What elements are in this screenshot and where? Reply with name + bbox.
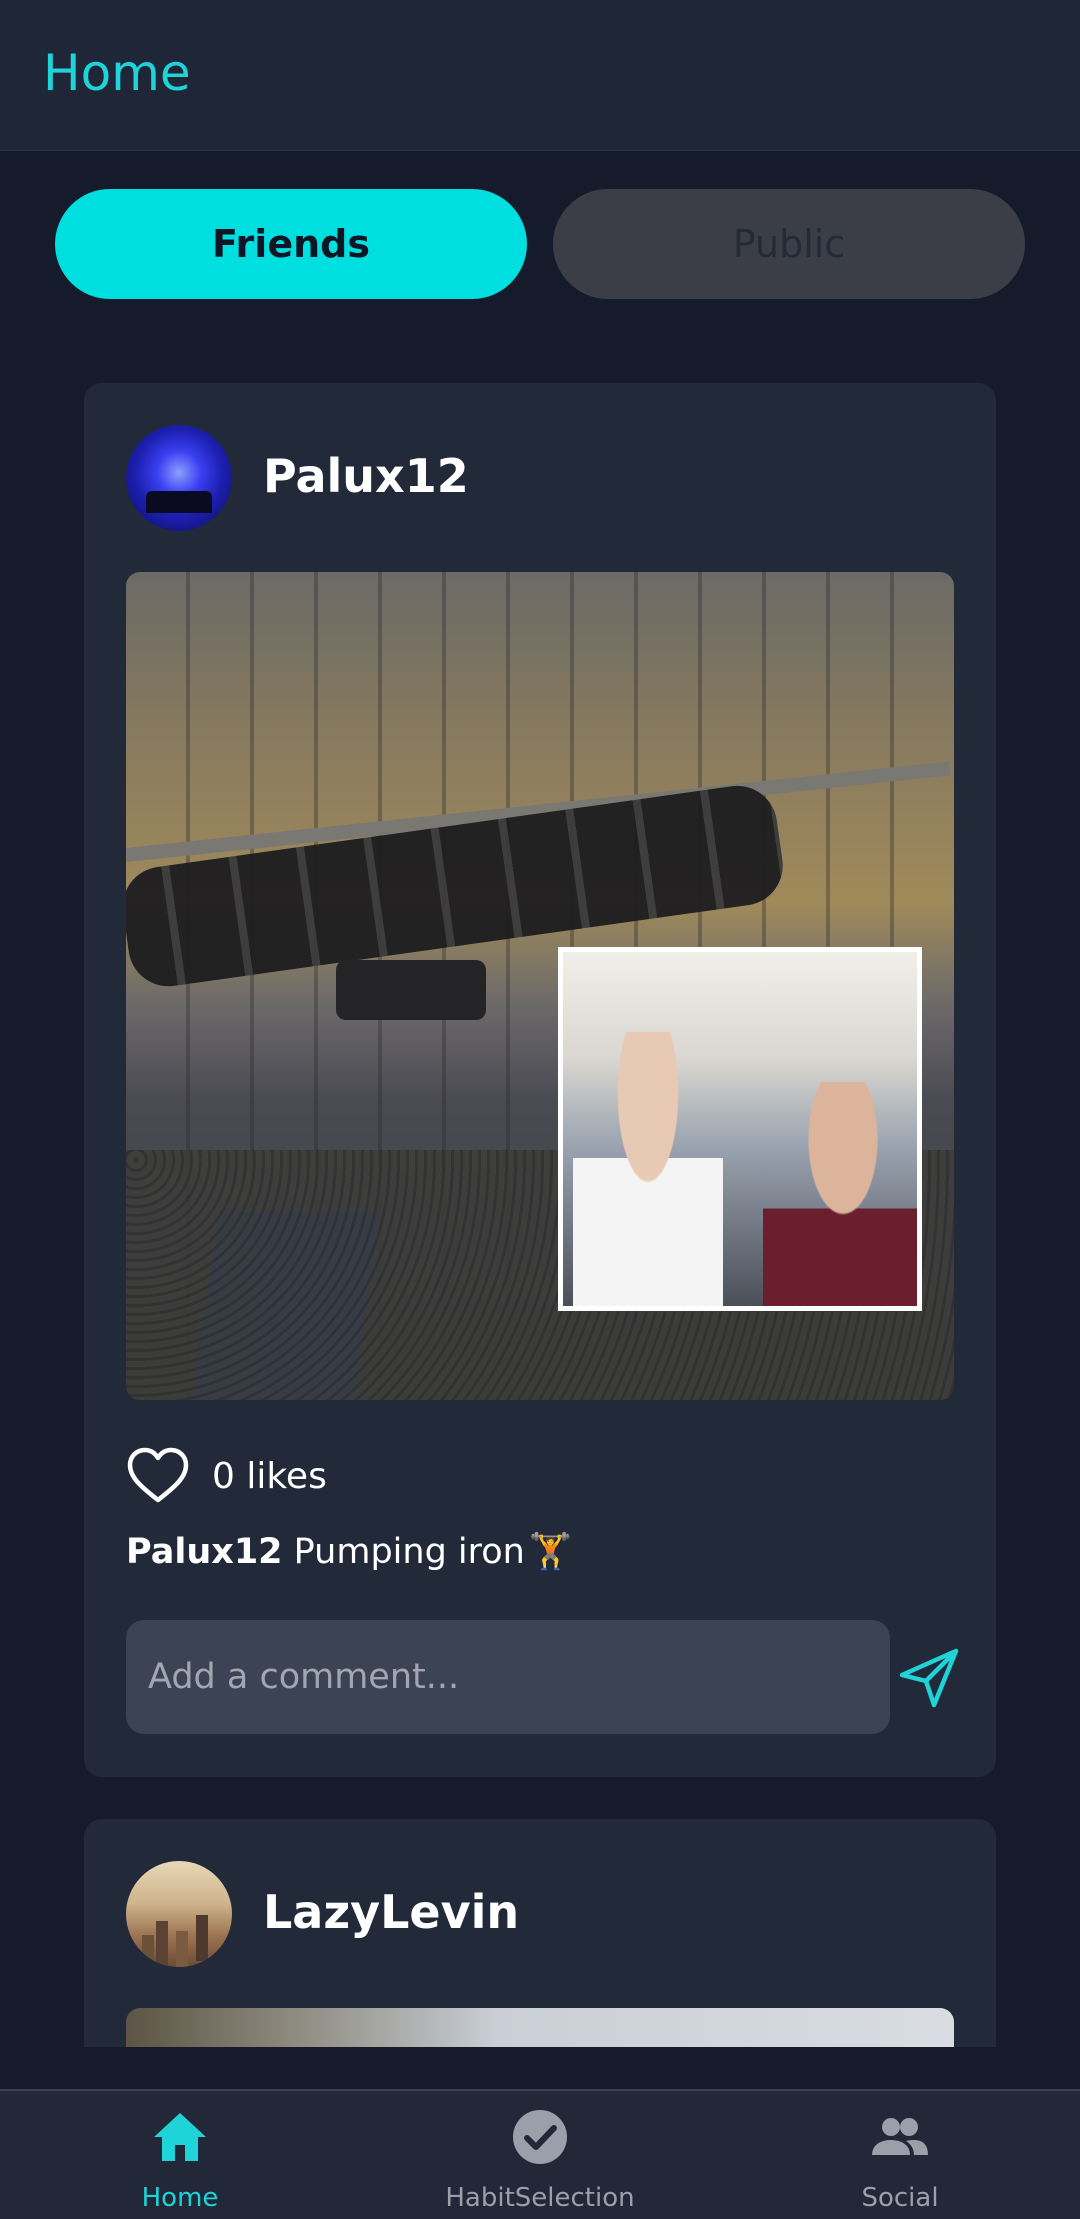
likes-count: 0 likes [212,1455,327,1497]
caption-username[interactable]: Palux12 [126,1532,283,1572]
feed[interactable]: Palux12 0 likes Palux12 Pumping iron 🏋 A… [0,340,1080,2047]
tab-public[interactable]: Public [553,189,1025,299]
post-inset-selfie[interactable] [558,947,922,1311]
send-icon [899,1648,959,1708]
avatar[interactable] [126,425,232,531]
comment-input[interactable] [126,1620,890,1734]
check-circle-icon [513,2110,567,2164]
like-button[interactable] [126,1446,190,1506]
send-comment-button[interactable] [896,1645,962,1711]
app-header: Home [0,0,1080,151]
avatar[interactable] [126,1861,232,1967]
like-row: 0 likes [126,1443,327,1509]
post-image[interactable] [126,572,954,1400]
person-shape [763,1082,917,1306]
page-title: Home [43,44,191,102]
weightlifter-emoji: 🏋 [528,1532,573,1572]
caption-text: Pumping iron [293,1532,525,1572]
bottom-navigation: Home HabitSelection Social [0,2089,1080,2219]
home-icon [154,2113,206,2161]
bench-shape [336,960,486,1020]
nav-item-habit-selection[interactable]: HabitSelection [390,2091,690,2219]
tab-friends[interactable]: Friends [55,189,527,299]
nav-item-home[interactable]: Home [30,2091,330,2219]
post-username[interactable]: LazyLevin [263,1885,519,1939]
nav-item-social[interactable]: Social [750,2091,1050,2219]
post-card: Palux12 0 likes Palux12 Pumping iron 🏋 A… [84,383,996,1777]
people-icon [872,2118,928,2155]
post-caption: Palux12 Pumping iron 🏋 [126,1531,572,1572]
post-username[interactable]: Palux12 [263,449,469,503]
post-card: LazyLevin [84,1819,996,2047]
nav-label-home: Home [141,2183,219,2213]
nav-label-habit-selection: HabitSelection [445,2183,635,2213]
nav-label-social: Social [861,2183,939,2213]
post-image[interactable] [126,2008,954,2047]
person-shape [573,1032,723,1306]
heart-icon[interactable] [126,1446,190,1506]
app-root: Home Friends Public Palux12 0 likes Palu… [0,0,1080,2219]
